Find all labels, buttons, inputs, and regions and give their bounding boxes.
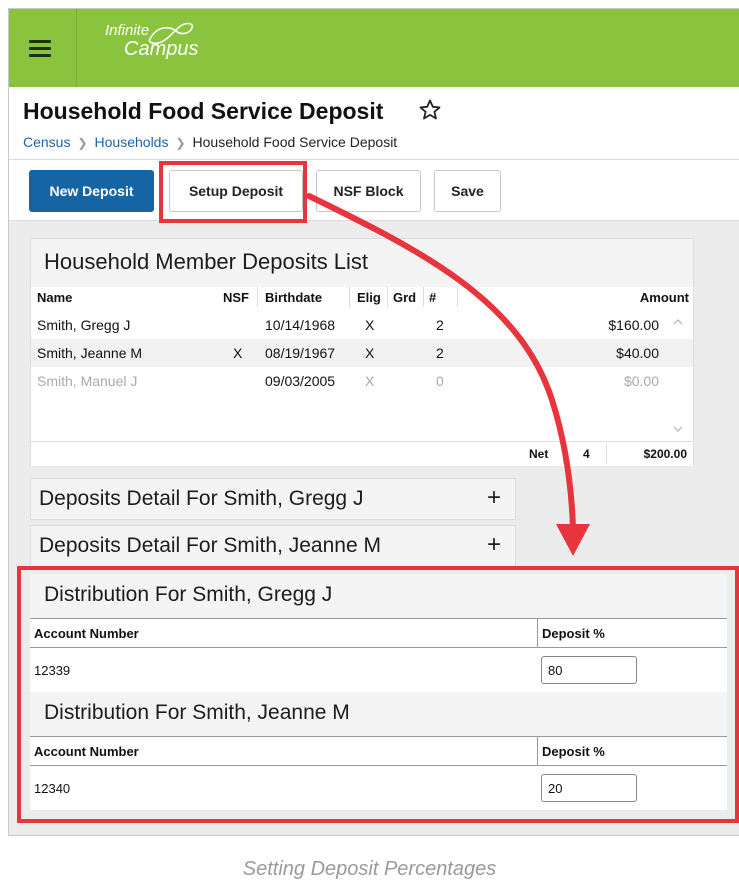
figure-caption: Setting Deposit Percentages [242,858,497,880]
annotation-arrow-icon [306,193,590,556]
